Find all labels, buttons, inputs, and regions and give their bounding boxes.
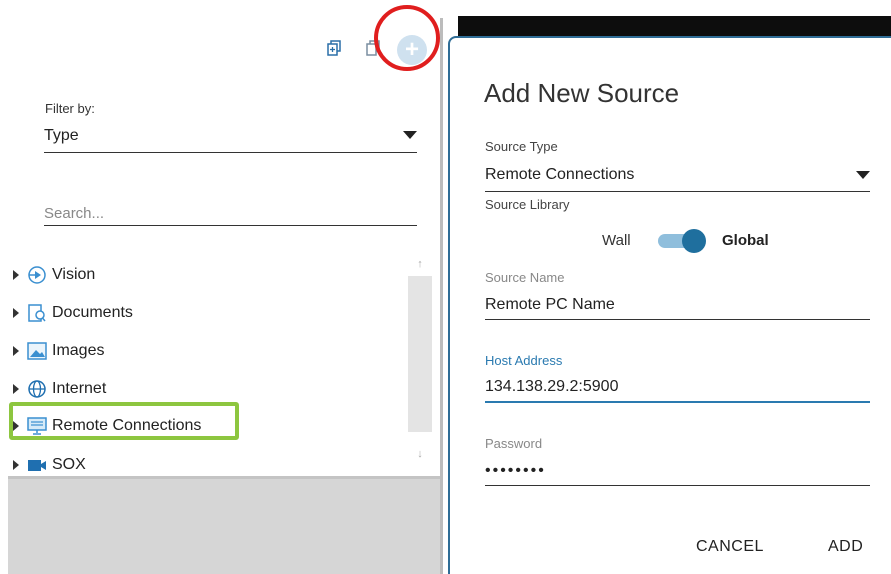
- source-library-toggle[interactable]: [658, 229, 710, 253]
- cancel-button[interactable]: CANCEL: [696, 538, 764, 556]
- source-type-value: Remote Connections: [485, 166, 635, 183]
- expand-arrow-icon[interactable]: [13, 384, 19, 394]
- source-browser-panel: + Filter by: Type Vision Documents Ima: [8, 18, 440, 574]
- password-field[interactable]: [485, 456, 870, 486]
- expand-arrow-icon[interactable]: [13, 308, 19, 318]
- chevron-down-icon: [856, 171, 870, 179]
- tree-item-images[interactable]: Images: [8, 336, 104, 366]
- filter-dropdown[interactable]: Type: [44, 119, 417, 153]
- host-address-label: Host Address: [485, 353, 563, 368]
- panel-divider: [440, 18, 443, 574]
- source-type-label: Source Type: [485, 139, 558, 154]
- toggle-knob: [682, 229, 706, 253]
- add-button[interactable]: ADD: [828, 538, 863, 556]
- dialog-title: Add New Source: [484, 78, 680, 108]
- globe-icon: [27, 380, 47, 398]
- expand-arrow-icon[interactable]: [13, 460, 19, 470]
- annotation-circle: [374, 5, 440, 71]
- password-label: Password: [485, 436, 543, 451]
- scroll-thumb[interactable]: [408, 276, 432, 432]
- source-library-label: Source Library: [485, 197, 570, 212]
- panel-footer: [8, 476, 440, 574]
- source-name-label: Source Name: [485, 270, 565, 285]
- tree-item-label: Images: [52, 342, 105, 359]
- source-name-field[interactable]: [485, 290, 870, 320]
- tree-item-label: Documents: [52, 304, 133, 321]
- global-option-label: Global: [722, 232, 769, 249]
- source-type-dropdown[interactable]: Remote Connections: [485, 158, 870, 192]
- play-circle-icon: [27, 266, 47, 284]
- video-camera-icon: [27, 456, 47, 474]
- tree-item-label: Vision: [52, 266, 96, 283]
- document-icon: [27, 304, 47, 322]
- host-address-field[interactable]: [485, 373, 870, 403]
- scroll-down-icon[interactable]: ↓: [408, 448, 432, 462]
- expand-arrow-icon[interactable]: [13, 346, 19, 356]
- tree-scrollbar[interactable]: ↑ ↓: [408, 252, 432, 472]
- filter-label: Filter by:: [45, 101, 95, 116]
- tree-item-vision[interactable]: Vision: [8, 260, 95, 290]
- scroll-up-icon[interactable]: ↑: [408, 258, 432, 272]
- copy-icon[interactable]: [327, 40, 341, 56]
- image-icon: [27, 342, 47, 360]
- highlight-annotation: [9, 402, 239, 440]
- filter-value: Type: [44, 127, 79, 144]
- search-input[interactable]: [44, 196, 417, 226]
- chevron-down-icon: [403, 131, 417, 139]
- tree-item-label: Internet: [52, 380, 107, 397]
- tree-item-label: SOX: [52, 456, 86, 473]
- tree-item-documents[interactable]: Documents: [8, 298, 133, 328]
- expand-arrow-icon[interactable]: [13, 270, 19, 280]
- wall-option-label: Wall: [602, 232, 631, 249]
- tree-item-internet[interactable]: Internet: [8, 374, 106, 404]
